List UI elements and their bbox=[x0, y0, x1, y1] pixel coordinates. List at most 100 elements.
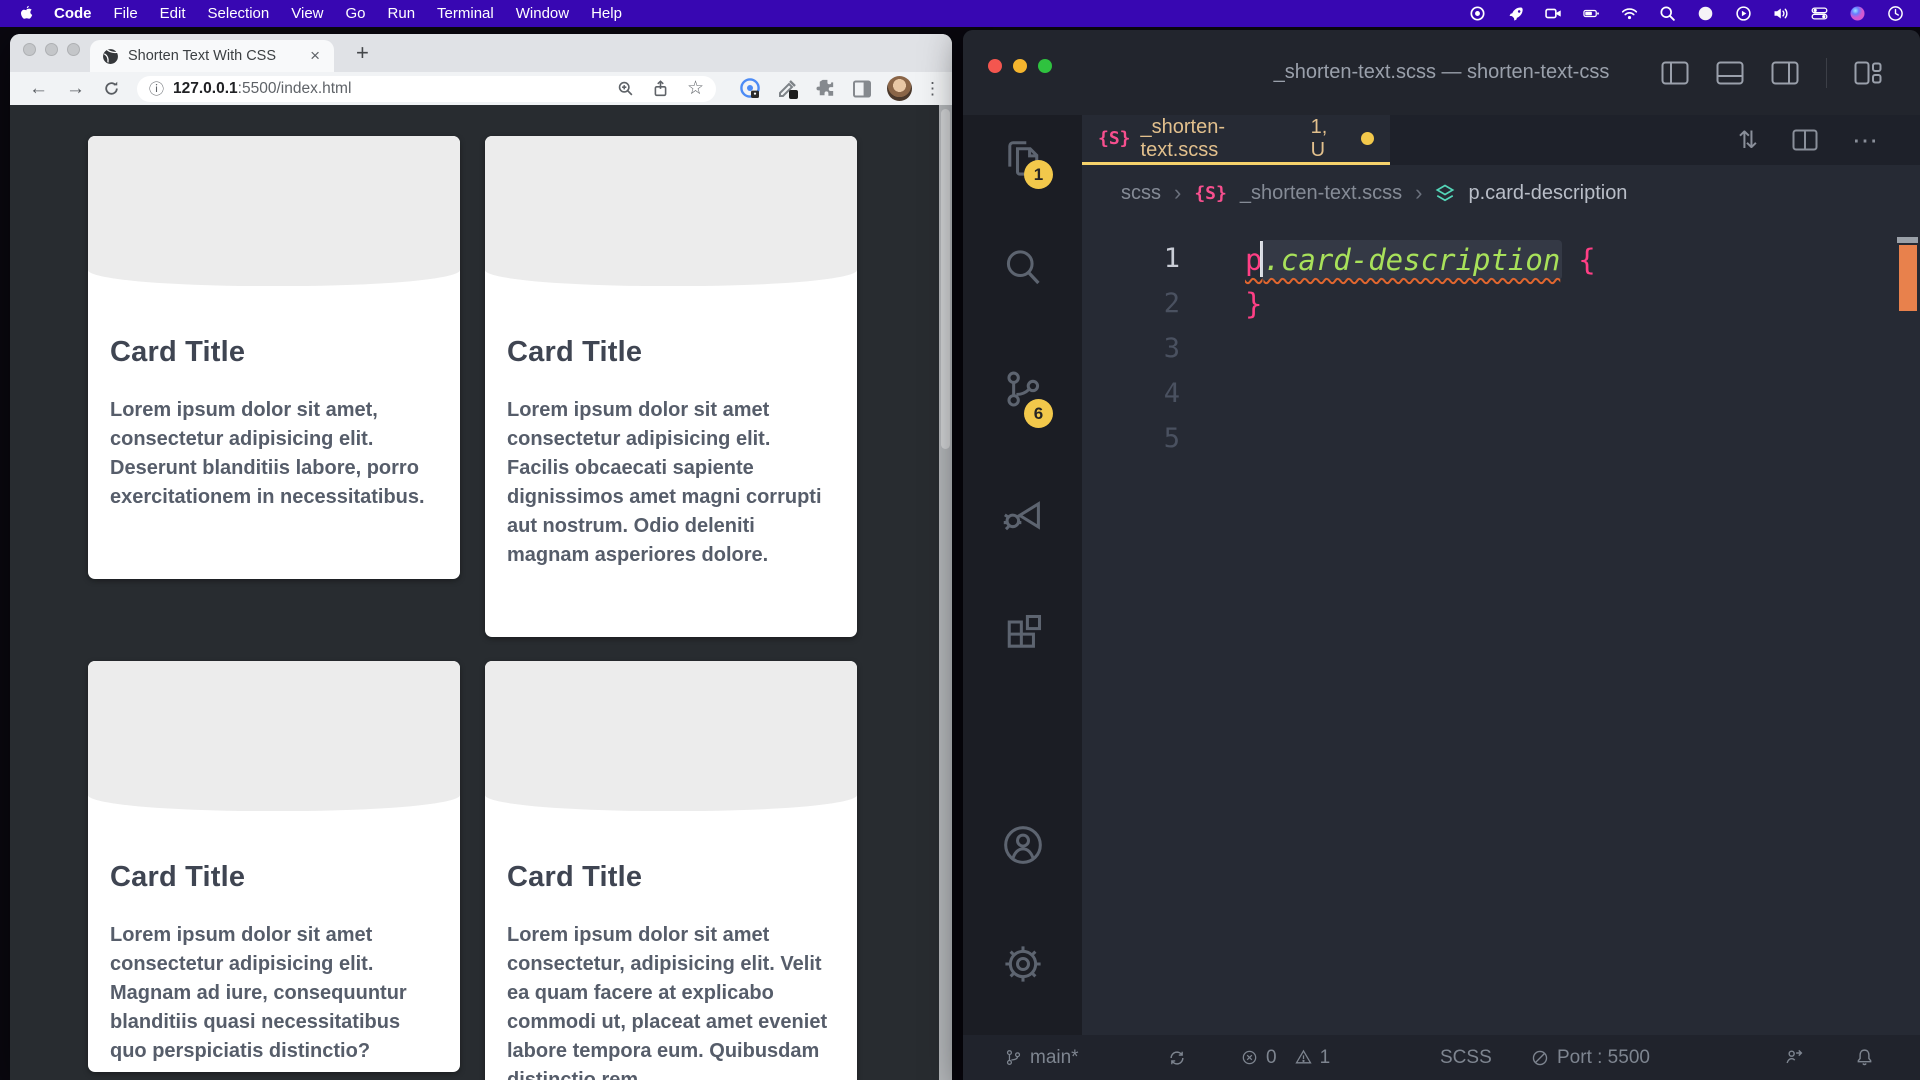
extensions-puzzle-icon[interactable] bbox=[814, 77, 837, 100]
zoom-page-icon[interactable] bbox=[617, 80, 634, 97]
browser-menu-icon[interactable]: ⋮ bbox=[924, 79, 942, 99]
card-title: Card Title bbox=[110, 861, 438, 894]
code-line[interactable]: 1 p.card-description{ bbox=[1082, 236, 1920, 281]
overview-ruler-cursor-marker bbox=[1897, 237, 1918, 243]
unsaved-dot-icon[interactable] bbox=[1361, 132, 1374, 145]
token-selector: .card-description bbox=[1261, 240, 1562, 280]
line-number: 1 bbox=[1082, 243, 1180, 274]
zoom-window-button[interactable] bbox=[1038, 59, 1052, 73]
address-bar[interactable]: ⓘ 127.0.0.1 :5500/index.html ☆ bbox=[137, 76, 716, 102]
sync-changes-item[interactable] bbox=[1168, 1035, 1186, 1080]
titlebar-separator bbox=[1826, 58, 1828, 88]
code-line[interactable]: 4 bbox=[1082, 371, 1920, 416]
toggle-secondary-sidebar-icon[interactable] bbox=[1771, 61, 1799, 85]
error-count: 0 bbox=[1266, 1047, 1277, 1069]
battery-icon[interactable] bbox=[1583, 5, 1600, 22]
line-number: 2 bbox=[1082, 288, 1180, 319]
split-editor-icon[interactable] bbox=[1792, 129, 1818, 151]
problems-item[interactable]: 0 1 bbox=[1241, 1035, 1330, 1080]
site-globe-icon bbox=[102, 48, 119, 65]
tab-close-icon[interactable]: × bbox=[308, 46, 322, 66]
chevron-right-icon: › bbox=[1174, 180, 1181, 206]
vscode-traffic-lights bbox=[988, 59, 1052, 73]
account-icon[interactable] bbox=[1001, 823, 1045, 867]
minimize-window-button[interactable] bbox=[1013, 59, 1027, 73]
breadcrumb-file[interactable]: _shorten-text.scss bbox=[1240, 182, 1402, 205]
card-image-placeholder bbox=[88, 661, 460, 811]
menu-item-file[interactable]: File bbox=[103, 0, 149, 27]
menu-item-window[interactable]: Window bbox=[505, 0, 580, 27]
extensions-icon[interactable] bbox=[1001, 611, 1045, 655]
scrollbar-thumb[interactable] bbox=[941, 109, 950, 449]
forward-button[interactable]: → bbox=[57, 78, 94, 100]
volume-icon[interactable] bbox=[1773, 5, 1790, 22]
close-window-button[interactable] bbox=[23, 43, 36, 56]
menu-item-help[interactable]: Help bbox=[580, 0, 633, 27]
menu-item-go[interactable]: Go bbox=[335, 0, 377, 27]
menu-item-edit[interactable]: Edit bbox=[149, 0, 197, 27]
customize-layout-icon[interactable] bbox=[1854, 61, 1882, 85]
back-button[interactable]: ← bbox=[20, 78, 57, 100]
rocket-icon[interactable] bbox=[1507, 5, 1524, 22]
password-manager-icon[interactable] bbox=[738, 77, 762, 101]
site-info-icon[interactable]: ⓘ bbox=[149, 78, 164, 99]
language-mode-item[interactable]: SCSS bbox=[1440, 1035, 1492, 1080]
page-scrollbar[interactable] bbox=[939, 105, 952, 1080]
bookmark-star-icon[interactable]: ☆ bbox=[687, 77, 704, 100]
notifications-bell-icon[interactable] bbox=[1855, 1035, 1874, 1080]
breadcrumb-folder[interactable]: scss bbox=[1121, 182, 1161, 205]
source-control-badge: 6 bbox=[1024, 399, 1053, 428]
reload-button[interactable] bbox=[94, 80, 129, 97]
browser-tab-title: Shorten Text With CSS bbox=[128, 48, 308, 64]
code-area[interactable]: 1 p.card-description{ 2 } 3 4 5 bbox=[1082, 236, 1920, 461]
line-number: 5 bbox=[1082, 423, 1180, 454]
new-tab-button[interactable]: + bbox=[350, 38, 375, 68]
card: Card Title Lorem ipsum dolor sit amet, c… bbox=[88, 136, 460, 579]
minimize-window-button[interactable] bbox=[45, 43, 58, 56]
color-picker-icon[interactable] bbox=[776, 77, 800, 101]
status-dot-icon[interactable] bbox=[1697, 5, 1714, 22]
menu-item-terminal[interactable]: Terminal bbox=[426, 0, 505, 27]
search-icon[interactable] bbox=[1659, 5, 1676, 22]
more-actions-icon[interactable]: ⋯ bbox=[1852, 125, 1878, 156]
menu-status-icons bbox=[1469, 5, 1904, 22]
side-panel-icon[interactable] bbox=[851, 78, 873, 100]
share-icon[interactable] bbox=[652, 80, 669, 97]
explorer-badge: 1 bbox=[1024, 160, 1053, 189]
port-label: Port : 5500 bbox=[1557, 1047, 1650, 1069]
breadcrumb-symbol[interactable]: p.card-description bbox=[1468, 182, 1627, 205]
clock-icon[interactable] bbox=[1887, 5, 1904, 22]
zoom-window-button[interactable] bbox=[67, 43, 80, 56]
toggle-panel-icon[interactable] bbox=[1716, 61, 1744, 85]
search-icon[interactable] bbox=[1001, 245, 1045, 289]
menu-item-app[interactable]: Code bbox=[43, 0, 103, 27]
close-window-button[interactable] bbox=[988, 59, 1002, 73]
card-title: Card Title bbox=[110, 336, 438, 369]
profile-avatar[interactable] bbox=[887, 76, 912, 101]
feedback-item[interactable] bbox=[1785, 1035, 1804, 1080]
browser-tab[interactable]: Shorten Text With CSS × bbox=[90, 40, 334, 72]
screen-record-icon[interactable] bbox=[1469, 5, 1486, 22]
menu-item-selection[interactable]: Selection bbox=[197, 0, 281, 27]
play-circle-icon[interactable] bbox=[1735, 5, 1752, 22]
run-debug-icon[interactable] bbox=[1001, 489, 1045, 533]
menu-item-run[interactable]: Run bbox=[377, 0, 427, 27]
macos-menu-bar: Code File Edit Selection View Go Run Ter… bbox=[0, 0, 1920, 27]
video-camera-icon[interactable] bbox=[1545, 5, 1562, 22]
code-line[interactable]: 5 bbox=[1082, 416, 1920, 461]
settings-gear-icon[interactable] bbox=[1001, 942, 1045, 986]
editor-tab[interactable]: {S} _shorten-text.scss 1, U bbox=[1082, 115, 1390, 165]
live-server-port-item[interactable]: Port : 5500 bbox=[1531, 1035, 1650, 1080]
wifi-icon[interactable] bbox=[1621, 5, 1638, 22]
code-line[interactable]: 3 bbox=[1082, 326, 1920, 371]
code-line[interactable]: 2 } bbox=[1082, 281, 1920, 326]
toggle-sidebar-icon[interactable] bbox=[1661, 61, 1689, 85]
control-center-icon[interactable] bbox=[1811, 5, 1828, 22]
git-branch-item[interactable]: main* bbox=[1005, 1035, 1079, 1080]
apple-menu-icon[interactable] bbox=[16, 5, 43, 22]
open-changes-icon[interactable]: ⇅ bbox=[1738, 126, 1758, 155]
menu-item-view[interactable]: View bbox=[280, 0, 334, 27]
token-close-brace: } bbox=[1245, 287, 1262, 321]
chevron-right-icon: › bbox=[1415, 180, 1422, 206]
siri-icon[interactable] bbox=[1849, 5, 1866, 22]
